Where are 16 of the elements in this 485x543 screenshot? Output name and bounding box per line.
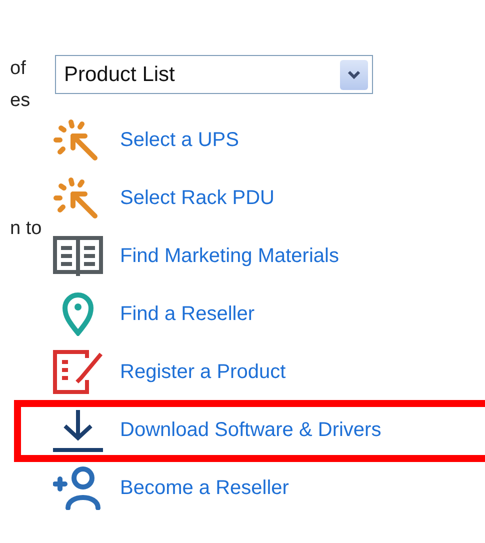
download-icon [53, 408, 103, 452]
link[interactable]: Find a Reseller [120, 302, 255, 326]
link[interactable]: Register a Product [120, 360, 286, 384]
cut-off-label: n to [10, 218, 43, 240]
link[interactable]: Download Software & Drivers [120, 418, 382, 442]
link[interactable]: Become a Reseller [120, 476, 289, 500]
form-pen-icon [53, 350, 103, 394]
chevron-down-icon [347, 70, 361, 80]
product-dropdown[interactable]: Product List [55, 55, 373, 94]
link[interactable]: Select Rack PDU [120, 186, 274, 210]
add-user-icon [53, 466, 103, 510]
book-icon [53, 234, 103, 278]
cut-off-label: es [10, 90, 32, 112]
cut-off-label: of [10, 58, 27, 80]
link[interactable]: Select a UPS [120, 128, 239, 152]
link[interactable]: Find Marketing Materials [120, 244, 339, 268]
